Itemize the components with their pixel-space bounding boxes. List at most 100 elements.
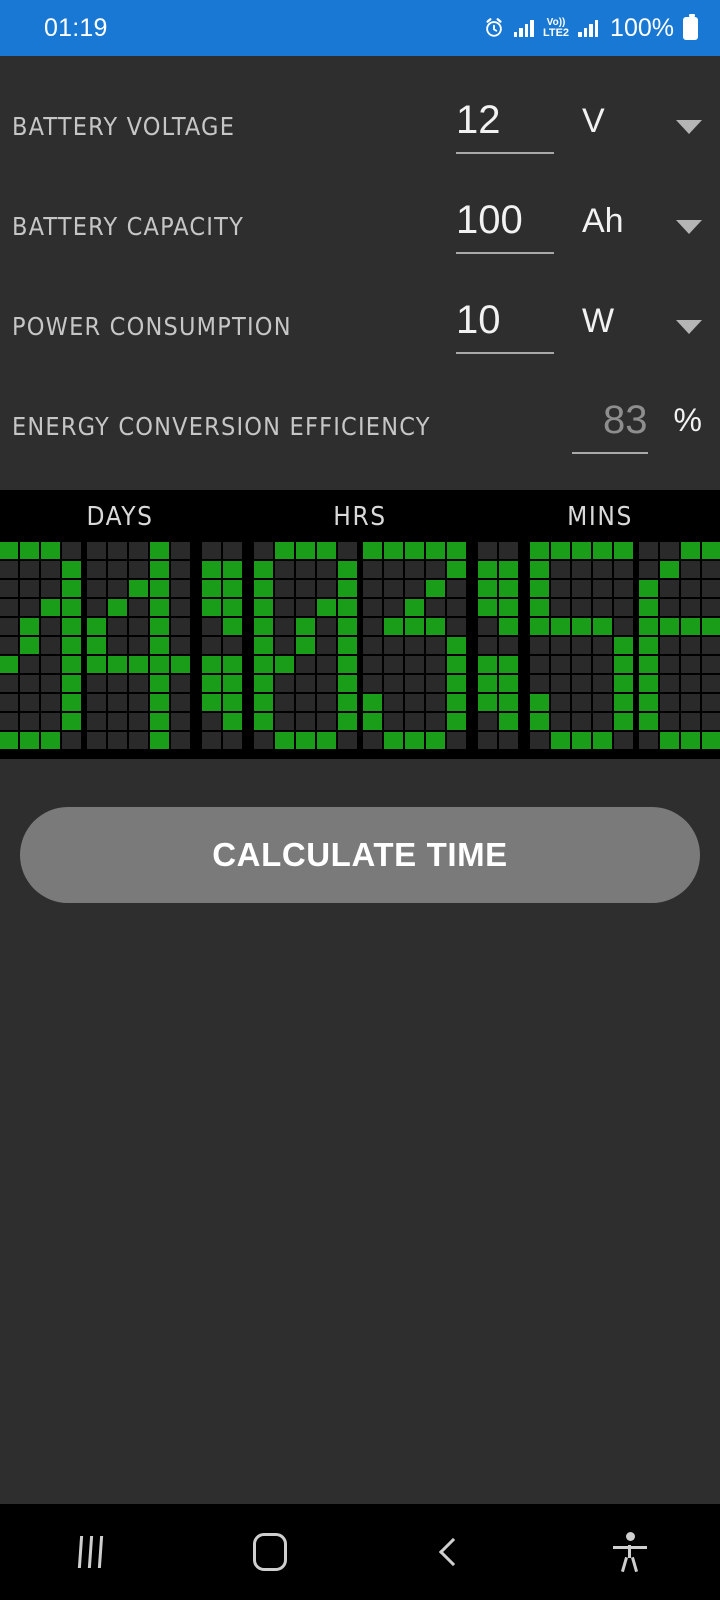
display-pixel bbox=[447, 637, 466, 654]
display-pixel bbox=[593, 561, 612, 578]
display-pixel bbox=[363, 656, 382, 673]
display-pixel bbox=[572, 732, 591, 749]
display-pixel bbox=[702, 732, 720, 749]
display-pixel bbox=[660, 599, 679, 616]
display-pixel bbox=[275, 599, 294, 616]
display-pixel bbox=[593, 637, 612, 654]
display-pixel bbox=[478, 732, 497, 749]
display-pixel bbox=[572, 599, 591, 616]
display-digit bbox=[0, 542, 81, 749]
display-pixel bbox=[62, 656, 81, 673]
display-pixel bbox=[129, 618, 148, 635]
display-pixel bbox=[338, 599, 357, 616]
display-pixel bbox=[275, 713, 294, 730]
display-pixel bbox=[20, 732, 39, 749]
display-pixel bbox=[405, 713, 424, 730]
display-pixel bbox=[62, 542, 81, 559]
display-digit bbox=[639, 542, 720, 749]
display-pixel bbox=[593, 675, 612, 692]
display-pixel bbox=[20, 580, 39, 597]
battery-voltage-value[interactable]: 12 bbox=[456, 100, 554, 152]
display-pixel bbox=[551, 599, 570, 616]
chevron-down-icon[interactable] bbox=[676, 120, 702, 134]
display-pixel bbox=[41, 561, 60, 578]
display-pixel bbox=[129, 542, 148, 559]
display-pixel bbox=[108, 694, 127, 711]
display-pixel bbox=[275, 618, 294, 635]
display-header-hrs: HRS bbox=[333, 502, 387, 532]
display-pixel bbox=[0, 599, 18, 616]
display-header-mins: MINS bbox=[567, 502, 633, 532]
chevron-down-icon[interactable] bbox=[676, 320, 702, 334]
display-pixel bbox=[108, 561, 127, 578]
nav-accessibility-button[interactable] bbox=[540, 1532, 720, 1573]
display-pixel bbox=[639, 713, 658, 730]
display-pixel bbox=[384, 713, 403, 730]
display-pixel bbox=[681, 694, 700, 711]
display-pixel bbox=[681, 618, 700, 635]
display-pixel bbox=[660, 580, 679, 597]
display-pixel bbox=[296, 618, 315, 635]
display-pixel bbox=[447, 618, 466, 635]
calculate-time-button[interactable]: CALCULATE TIME bbox=[20, 807, 700, 903]
display-pixel bbox=[202, 618, 221, 635]
display-digit bbox=[530, 542, 633, 749]
battery-voltage-field[interactable]: 12 bbox=[456, 90, 554, 154]
display-pixel bbox=[447, 656, 466, 673]
nav-back-button[interactable] bbox=[360, 1537, 540, 1567]
display-pixel bbox=[62, 637, 81, 654]
energy-efficiency-value[interactable]: 83 bbox=[572, 400, 652, 452]
display-pixel bbox=[639, 618, 658, 635]
chevron-down-icon[interactable] bbox=[676, 220, 702, 234]
display-pixel bbox=[702, 713, 720, 730]
display-pixel bbox=[254, 675, 273, 692]
display-pixel bbox=[129, 580, 148, 597]
display-pixel bbox=[338, 637, 357, 654]
energy-efficiency-field[interactable]: 83 bbox=[571, 390, 652, 454]
nav-home-button[interactable] bbox=[180, 1533, 360, 1571]
battery-capacity-value[interactable]: 100 bbox=[456, 200, 554, 252]
alarm-icon bbox=[486, 18, 502, 37]
display-pixel bbox=[660, 732, 679, 749]
battery-capacity-field[interactable]: 100 bbox=[456, 190, 554, 254]
display-pixel bbox=[171, 580, 190, 597]
display-pixel bbox=[296, 637, 315, 654]
display-pixel bbox=[702, 656, 720, 673]
status-bar: 01:19 Vo)) LTE2 100% bbox=[0, 0, 720, 56]
signal-bars-icon bbox=[513, 19, 534, 37]
display-pixel bbox=[614, 732, 633, 749]
display-pixel bbox=[317, 732, 336, 749]
display-pixel bbox=[572, 675, 591, 692]
display-pixel bbox=[171, 542, 190, 559]
energy-efficiency-label: ENERGY CONVERSION EFFICIENCY bbox=[12, 412, 431, 441]
display-pixel bbox=[614, 542, 633, 559]
android-navigation-bar bbox=[0, 1504, 720, 1600]
display-pixel bbox=[478, 713, 497, 730]
display-pixel bbox=[614, 618, 633, 635]
display-pixel bbox=[171, 637, 190, 654]
power-consumption-field[interactable]: 10 bbox=[456, 290, 554, 354]
display-pixel bbox=[0, 732, 18, 749]
display-pixel bbox=[254, 599, 273, 616]
display-pixel bbox=[317, 713, 336, 730]
display-pixel bbox=[660, 675, 679, 692]
display-pixel bbox=[171, 732, 190, 749]
display-digit bbox=[87, 542, 190, 749]
display-pixel bbox=[702, 561, 720, 578]
display-pixel bbox=[20, 675, 39, 692]
display-pixel bbox=[338, 618, 357, 635]
display-pixel bbox=[702, 580, 720, 597]
display-digit bbox=[254, 542, 357, 749]
display-pixel bbox=[702, 542, 720, 559]
display-pixel bbox=[254, 694, 273, 711]
display-pixel bbox=[62, 694, 81, 711]
power-consumption-value[interactable]: 10 bbox=[456, 300, 554, 352]
display-pixel bbox=[87, 618, 106, 635]
nav-recents-button[interactable] bbox=[0, 1536, 180, 1568]
display-pixel bbox=[499, 637, 518, 654]
battery-voltage-unit: V bbox=[582, 102, 605, 140]
display-pixel bbox=[202, 732, 221, 749]
display-pixel bbox=[129, 675, 148, 692]
display-pixel bbox=[405, 656, 424, 673]
display-pixel bbox=[62, 618, 81, 635]
